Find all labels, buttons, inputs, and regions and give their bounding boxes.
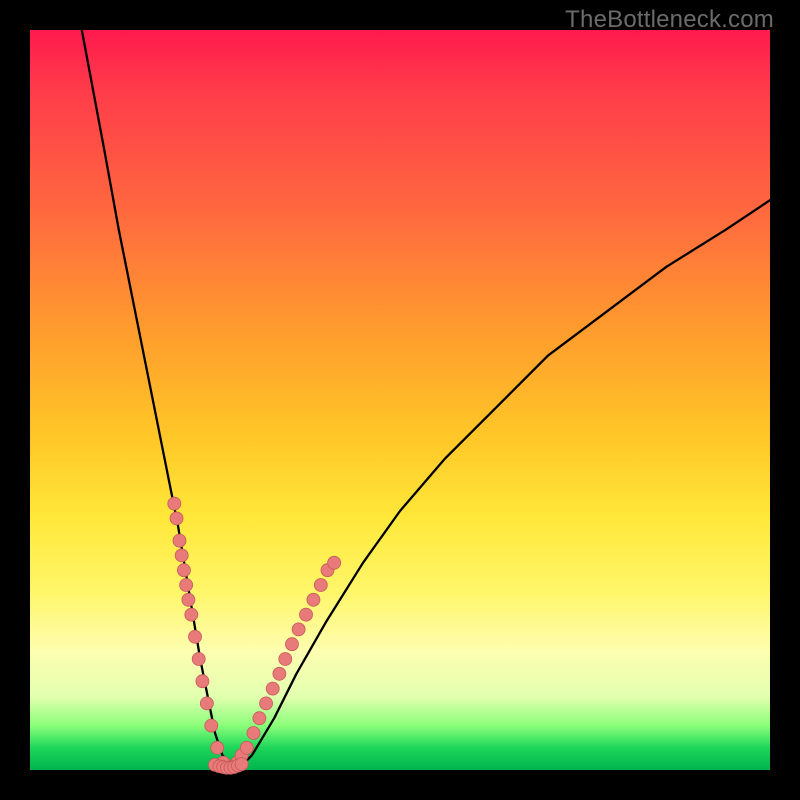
curve-dot [200, 697, 213, 710]
curve-dot [240, 741, 253, 754]
curve-dot [285, 638, 298, 651]
curve-dot [211, 741, 224, 754]
curve-dot [173, 534, 186, 547]
curve-dot [196, 675, 209, 688]
curve-dot [180, 579, 193, 592]
curve-dots [168, 497, 341, 774]
curve-dot [168, 497, 181, 510]
curve-dot [175, 549, 188, 562]
curve-dot [273, 667, 286, 680]
curve-dot [314, 579, 327, 592]
curve-dot [182, 593, 195, 606]
curve-dot [260, 697, 273, 710]
curve-dot [279, 653, 292, 666]
bottleneck-curve [82, 30, 770, 770]
curve-dot [205, 719, 218, 732]
curve-dot [292, 623, 305, 636]
curve-dot [253, 712, 266, 725]
chart-frame: TheBottleneck.com [0, 0, 800, 800]
curve-dot [247, 727, 260, 740]
curve-svg [30, 30, 770, 770]
curve-dot [192, 653, 205, 666]
curve-dot [307, 593, 320, 606]
curve-dot [266, 682, 279, 695]
curve-dot [235, 758, 248, 771]
curve-dot [177, 564, 190, 577]
curve-dot [185, 608, 198, 621]
curve-dot [170, 512, 183, 525]
curve-dot [328, 556, 341, 569]
curve-dot [300, 608, 313, 621]
curve-dot [189, 630, 202, 643]
plot-area [30, 30, 770, 770]
